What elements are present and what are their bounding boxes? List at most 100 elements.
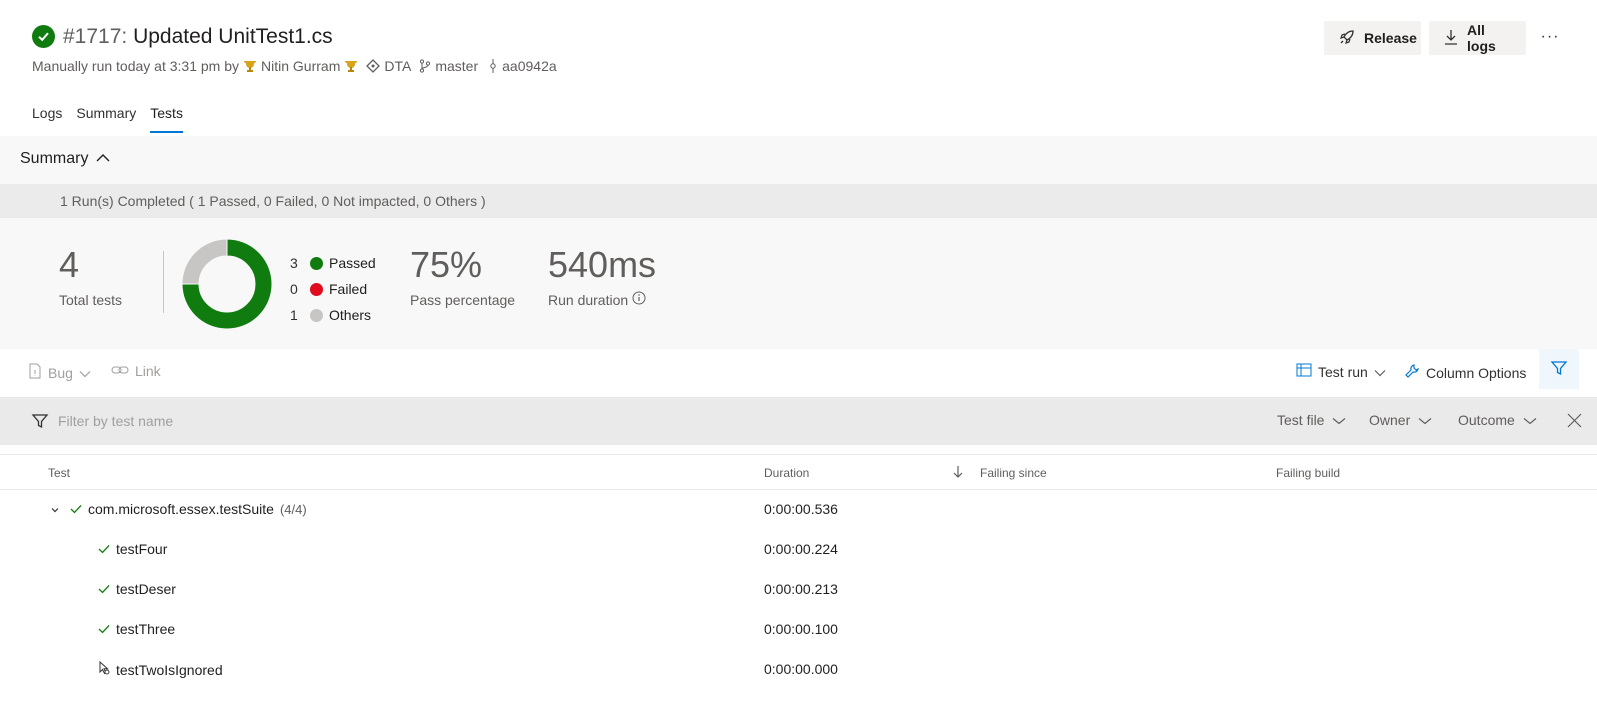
outcome-label: Outcome <box>1458 412 1515 428</box>
table-row[interactable]: testDeser 0:00:00.213 <box>0 570 1597 610</box>
filter-toggle-button[interactable] <box>1539 349 1579 389</box>
pass-percentage-value: 75% <box>410 244 483 285</box>
filter-test-name-input[interactable] <box>58 413 658 429</box>
column-test[interactable]: Test <box>48 466 70 480</box>
chevron-up-icon <box>96 150 110 168</box>
test-cell: testTwoIsIgnored <box>98 660 223 678</box>
chevron-down-icon[interactable] <box>50 501 60 517</box>
chevron-down-icon <box>1523 412 1537 428</box>
table-row[interactable]: com.microsoft.essex.testSuite (4/4) 0:00… <box>0 490 1597 530</box>
pass-percentage-label: Pass percentage <box>410 292 516 308</box>
tab-summary[interactable]: Summary <box>76 100 136 133</box>
outcome-legend: 3 Passed 0 Failed 1 Others <box>290 250 376 328</box>
owner-label: Owner <box>1369 412 1411 428</box>
tab-tests[interactable]: Tests <box>150 100 183 133</box>
bug-label: Bug <box>48 364 73 381</box>
link-button[interactable]: Link <box>111 363 161 379</box>
chevron-down-icon <box>1418 412 1432 428</box>
chevron-down-icon <box>1332 412 1346 428</box>
test-run-button[interactable]: Test run <box>1296 363 1386 380</box>
tab-logs[interactable]: Logs <box>32 100 62 133</box>
run-duration-label-wrap: Run duration <box>548 291 646 308</box>
table-header: Test Duration Failing since Failing buil… <box>0 454 1597 490</box>
document-icon <box>28 363 42 382</box>
others-dot-icon <box>310 308 323 322</box>
sort-arrow-down-icon[interactable] <box>953 465 963 482</box>
table-row[interactable]: testThree 0:00:00.100 <box>0 610 1597 650</box>
all-logs-button[interactable]: All logs <box>1429 21 1526 55</box>
test-duration: 0:00:00.213 <box>764 581 838 597</box>
trophy-icon <box>344 59 358 73</box>
commit-id[interactable]: aa0942a <box>502 58 557 74</box>
divider <box>163 251 164 313</box>
legend-others-count: 1 <box>290 307 298 323</box>
owner-dropdown[interactable]: Owner <box>1369 412 1432 428</box>
legend-failed-label: Failed <box>329 281 368 297</box>
filter-icon <box>31 412 49 433</box>
release-label: Release <box>1364 30 1417 46</box>
bug-button[interactable]: Bug <box>28 363 91 382</box>
run-status-bar: 1 Run(s) Completed ( 1 Passed, 0 Failed,… <box>0 184 1597 218</box>
test-file-dropdown[interactable]: Test file <box>1277 412 1346 428</box>
outcome-dropdown[interactable]: Outcome <box>1458 412 1537 428</box>
more-icon: ··· <box>1540 28 1560 45</box>
repo-name[interactable]: DTA <box>384 58 411 74</box>
test-cell: testThree <box>98 621 175 637</box>
test-name: testTwoIsIgnored <box>116 661 223 678</box>
build-header: #1717: Updated UnitTest1.cs Manually run… <box>0 0 1597 90</box>
total-tests-value: 4 <box>59 244 80 285</box>
user-name[interactable]: Nitin Gurram <box>261 58 340 74</box>
release-button[interactable]: Release <box>1324 21 1421 55</box>
legend-failed-count: 0 <box>290 281 298 297</box>
summary-toggle[interactable]: Summary <box>20 150 110 168</box>
total-tests-label: Total tests <box>59 292 123 308</box>
trophy-icon <box>243 59 257 73</box>
passed-check-icon <box>98 541 110 557</box>
column-failing-build[interactable]: Failing build <box>1276 466 1340 480</box>
info-icon[interactable] <box>632 291 646 308</box>
more-options-button[interactable]: ··· <box>1538 25 1562 49</box>
passed-check-icon <box>98 581 110 597</box>
chevron-down-icon <box>79 365 91 381</box>
legend-others-label: Others <box>329 307 372 323</box>
test-duration: 0:00:00.224 <box>764 541 838 557</box>
test-name: testThree <box>116 621 176 637</box>
suite-count: (4/4) <box>279 501 307 517</box>
download-icon <box>1444 29 1458 48</box>
legend-passed-label: Passed <box>329 255 376 271</box>
tests-table: Test Duration Failing since Failing buil… <box>0 454 1597 690</box>
summary-title: Summary <box>20 150 89 167</box>
passed-check-icon <box>98 621 110 637</box>
test-file-label: Test file <box>1277 412 1325 428</box>
ignored-icon <box>98 660 110 678</box>
passed-dot-icon <box>310 256 323 270</box>
run-info-text: Manually run today at 3:31 pm by <box>32 58 240 74</box>
branch-name[interactable]: master <box>435 58 478 74</box>
run-info-line: Manually run today at 3:31 pm by Nitin G… <box>32 58 557 74</box>
all-logs-label: All logs <box>1467 22 1496 54</box>
test-cell: testFour <box>98 541 167 557</box>
column-options-button[interactable]: Column Options <box>1404 363 1526 382</box>
column-duration[interactable]: Duration <box>764 466 809 480</box>
table-row[interactable]: testFour 0:00:00.224 <box>0 530 1597 570</box>
test-duration: 0:00:00.100 <box>764 621 838 637</box>
build-number: #1717: <box>63 25 128 48</box>
close-icon[interactable] <box>1567 413 1582 431</box>
tab-bar: Logs Summary Tests <box>32 100 197 133</box>
legend-others: 1 Others <box>290 302 376 328</box>
repo-icon <box>366 59 381 73</box>
test-cell: testDeser <box>98 581 176 597</box>
branch-icon <box>419 59 431 73</box>
legend-failed: 0 Failed <box>290 276 376 302</box>
test-run-label: Test run <box>1318 363 1368 380</box>
test-run-icon <box>1296 363 1312 380</box>
legend-passed-count: 3 <box>290 255 298 271</box>
run-status-text: 1 Run(s) Completed ( 1 Passed, 0 Failed,… <box>60 193 486 209</box>
filter-bar: Test file Owner Outcome <box>0 397 1597 445</box>
suite-cell: com.microsoft.essex.testSuite (4/4) <box>50 501 307 517</box>
column-failing-since[interactable]: Failing since <box>980 466 1047 480</box>
table-row[interactable]: testTwoIsIgnored 0:00:00.000 <box>0 650 1597 690</box>
passed-check-icon <box>70 501 82 517</box>
summary-section: Summary 1 Run(s) Completed ( 1 Passed, 0… <box>0 136 1597 349</box>
wrench-icon <box>1404 363 1420 382</box>
